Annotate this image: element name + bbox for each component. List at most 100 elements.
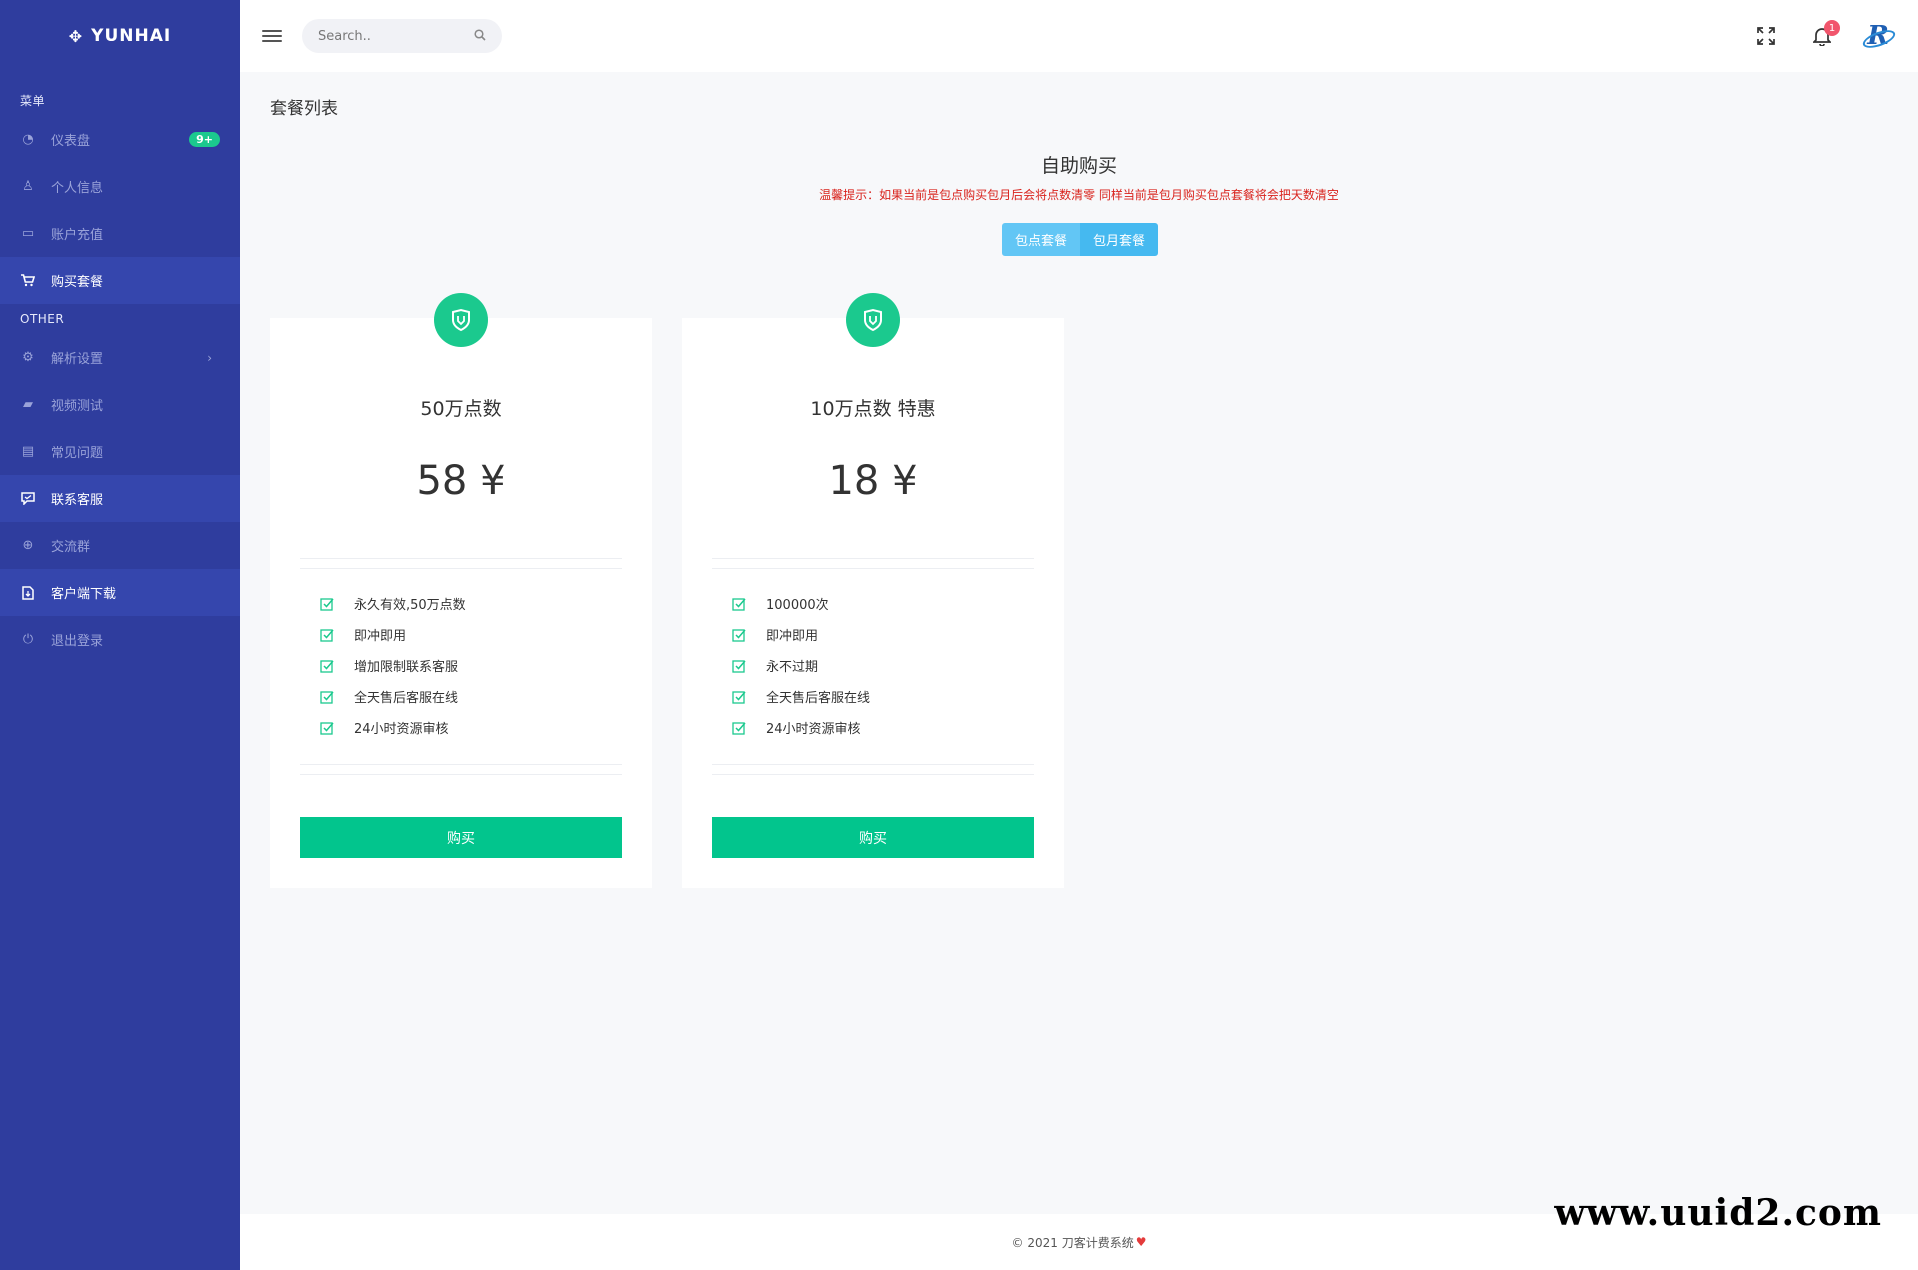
list-item: 24小时资源审核 (320, 712, 622, 743)
menu-section-title: 菜单 (20, 94, 46, 108)
sidebar-item-label: 常见问题 (51, 446, 104, 461)
page-title: 套餐列表 (270, 99, 338, 119)
sidebar-item-label: 交流群 (51, 540, 91, 555)
feature-text: 即冲即用 (766, 629, 819, 644)
document-icon: ▤ (21, 444, 35, 459)
sidebar-item-faq[interactable]: ▤ 常见问题 (0, 428, 240, 475)
sidebar-item-group[interactable]: ⊕ 交流群 (0, 522, 240, 569)
list-item: 全天售后客服在线 (320, 681, 622, 712)
user-icon: ♙ (22, 179, 34, 194)
sidebar-item-label: 购买套餐 (51, 275, 104, 290)
checkbox-checked-icon (320, 721, 334, 735)
feature-text: 全天售后客服在线 (354, 691, 459, 706)
sidebar-item-buy-plan[interactable]: 购买套餐 (0, 257, 240, 304)
hero-title: 自助购买 (1040, 155, 1117, 177)
list-item: 100000次 (732, 588, 1034, 619)
divider (712, 558, 1034, 559)
feature-text: 24小时资源审核 (766, 722, 861, 737)
search-icon[interactable] (474, 28, 486, 44)
sidebar-item-contact-support[interactable]: 联系客服 (0, 475, 240, 522)
topbar-actions: 1 R (1738, 0, 1918, 72)
checkbox-checked-icon (732, 690, 746, 704)
card-icon: ▭ (21, 226, 35, 241)
shield-icon (846, 293, 900, 347)
power-icon: ⏻ (22, 632, 34, 647)
sidebar-item-recharge[interactable]: ▭ 账户充值 (0, 210, 240, 257)
sidebar-item-label: 仪表盘 (51, 134, 91, 149)
checkbox-checked-icon (320, 628, 334, 642)
plan-price: 58 ¥ (416, 458, 506, 504)
feature-text: 永久有效,50万点数 (354, 598, 466, 613)
sidebar-item-label: 联系客服 (51, 493, 104, 508)
feature-list: 100000次 即冲即用 永不过期 全天售后客服在线 24小时资源审核 (732, 588, 1034, 743)
divider (712, 774, 1034, 775)
group-icon: ⊕ (22, 538, 34, 553)
monthly-plan-button[interactable]: 包月套餐 (1080, 223, 1158, 256)
divider (712, 764, 1034, 765)
sidebar-item-client-download[interactable]: 客户端下载 (0, 569, 240, 616)
sidebar-item-video-test[interactable]: ▰ 视频测试 (0, 381, 240, 428)
plan-card: 50万点数 58 ¥ 永久有效,50万点数 即冲即用 增加限制联系客服 全天售后… (270, 293, 652, 888)
video-icon: ▰ (23, 397, 33, 412)
brand-icon: ✥ (68, 26, 84, 46)
sidebar-item-label: 视频测试 (51, 399, 104, 414)
dashboard-badge: 9+ (189, 132, 220, 147)
checkbox-checked-icon (320, 690, 334, 704)
plan-price: 18 ¥ (828, 458, 918, 504)
feature-text: 全天售后客服在线 (766, 691, 871, 706)
avatar[interactable]: R (1860, 18, 1896, 54)
notification-bell-icon[interactable]: 1 (1794, 20, 1850, 46)
sidebar-item-label: 客户端下载 (51, 587, 117, 602)
plan-name: 50万点数 (420, 398, 502, 420)
warning-tip: 温馨提示：如果当前是包点购买包月后会将点数清零 同样当前是包月购买包点套餐将会把… (819, 188, 1339, 202)
search-input[interactable] (318, 28, 474, 44)
sidebar-item-label: 解析设置 (51, 352, 104, 367)
list-item: 永不过期 (732, 650, 1034, 681)
fullscreen-icon[interactable] (1738, 27, 1794, 45)
menu-toggle-icon[interactable] (262, 27, 282, 45)
divider (300, 558, 622, 559)
sidebar-item-label: 账户充值 (51, 228, 104, 243)
topbar: 1 R (240, 0, 1918, 72)
feature-text: 增加限制联系客服 (354, 660, 459, 675)
feature-text: 24小时资源审核 (354, 722, 449, 737)
cart-icon (20, 274, 36, 287)
sidebar: ✥ YUNHAI 菜单 ◔ 仪表盘 9+ ♙ 个人信息 ▭ 账户充值 购买套餐 … (0, 0, 240, 1270)
buy-button[interactable]: 购买 (300, 817, 622, 858)
feature-text: 即冲即用 (354, 629, 407, 644)
checkbox-checked-icon (732, 597, 746, 611)
checkbox-checked-icon (732, 628, 746, 642)
footer-copyright: © 2021 刀客计费系统 (1011, 1235, 1134, 1250)
points-plan-button[interactable]: 包点套餐 (1002, 223, 1080, 256)
checkbox-checked-icon (320, 597, 334, 611)
heart-icon: ♥ (1135, 1235, 1147, 1249)
dashboard-icon: ◔ (22, 132, 34, 147)
list-item: 全天售后客服在线 (732, 681, 1034, 712)
sidebar-item-dashboard[interactable]: ◔ 仪表盘 9+ (0, 116, 240, 163)
brand-logo[interactable]: ✥ YUNHAI (0, 0, 240, 72)
plan-name: 10万点数 特惠 (810, 398, 936, 420)
feature-list: 永久有效,50万点数 即冲即用 增加限制联系客服 全天售后客服在线 24小时资源… (320, 588, 622, 743)
other-section-title: OTHER (20, 312, 65, 326)
list-item: 永久有效,50万点数 (320, 588, 622, 619)
sidebar-item-logout[interactable]: ⏻ 退出登录 (0, 616, 240, 663)
notification-badge: 1 (1824, 20, 1840, 36)
sidebar-item-label: 退出登录 (51, 634, 104, 649)
chevron-right-icon: › (207, 350, 212, 365)
divider (300, 764, 622, 765)
divider (300, 774, 622, 775)
buy-button[interactable]: 购买 (712, 817, 1034, 858)
divider (300, 568, 622, 569)
download-icon (20, 585, 36, 600)
feature-text: 永不过期 (766, 660, 819, 675)
sidebar-item-profile[interactable]: ♙ 个人信息 (0, 163, 240, 210)
list-item: 增加限制联系客服 (320, 650, 622, 681)
checkbox-checked-icon (732, 659, 746, 673)
sidebar-item-parse-settings[interactable]: ⚙ 解析设置 › (0, 334, 240, 381)
checkbox-checked-icon (732, 721, 746, 735)
divider (712, 568, 1034, 569)
brand-name: YUNHAI (91, 26, 172, 46)
search-box (302, 19, 502, 53)
plan-type-toggle: 包点套餐 包月套餐 (1002, 223, 1158, 256)
chat-icon (20, 492, 36, 505)
